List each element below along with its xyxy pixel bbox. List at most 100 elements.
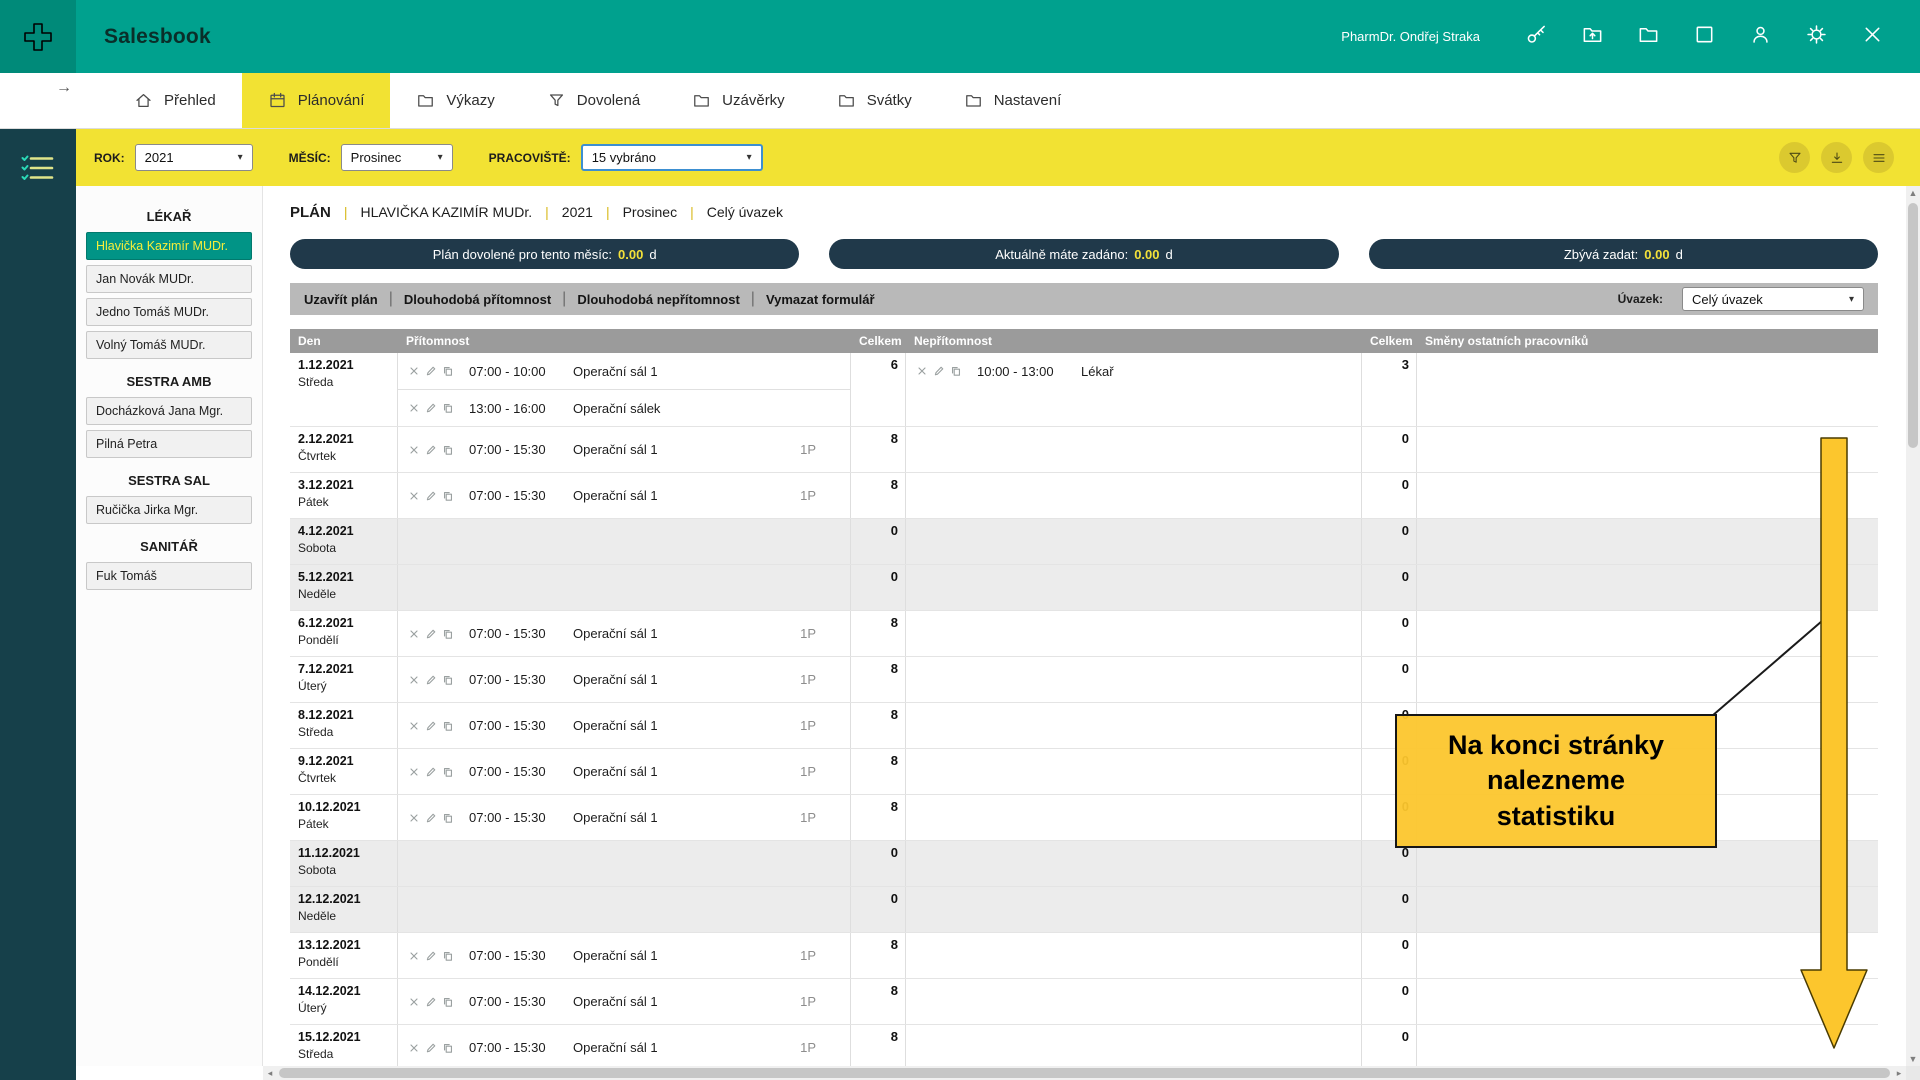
copy-icon[interactable] — [442, 1042, 454, 1054]
vertical-scroll-thumb[interactable] — [1908, 203, 1918, 448]
schedule-entry: 07:00 - 15:30Operační sál 11P — [398, 478, 850, 514]
copy-icon[interactable] — [442, 628, 454, 640]
breadcrumb-item: PLÁN — [290, 204, 331, 221]
menu-button[interactable] — [1863, 142, 1894, 173]
pencil-icon[interactable] — [425, 1042, 437, 1054]
pencil-icon[interactable] — [425, 950, 437, 962]
toolbar-action-vymazat-formular[interactable]: Vymazat formulář — [766, 292, 875, 307]
pencil-icon[interactable] — [425, 365, 437, 377]
copy-icon[interactable] — [950, 365, 962, 377]
pencil-icon[interactable] — [425, 812, 437, 824]
staff-item[interactable]: Pilná Petra — [86, 430, 252, 458]
staff-item[interactable]: Ručička Jirka Mgr. — [86, 496, 252, 524]
staff-item[interactable]: Hlavička Kazimír MUDr. — [86, 232, 252, 260]
pencil-icon[interactable] — [425, 996, 437, 1008]
vertical-scrollbar[interactable]: ▲ ▼ — [1906, 186, 1920, 1066]
scroll-left-icon[interactable]: ◂ — [263, 1066, 277, 1080]
tab-uzaverky[interactable]: Uzávěrky — [666, 73, 811, 128]
x-icon[interactable] — [408, 402, 420, 414]
x-icon[interactable] — [408, 812, 420, 824]
x-icon[interactable] — [916, 365, 928, 377]
gear-icon[interactable] — [1788, 23, 1844, 46]
copy-icon[interactable] — [442, 444, 454, 456]
toolbar-action-uzavrit-plan[interactable]: Uzavřít plán — [304, 292, 378, 307]
staff-item[interactable]: Jedno Tomáš MUDr. — [86, 298, 252, 326]
x-icon[interactable] — [408, 996, 420, 1008]
staff-item[interactable]: Fuk Tomáš — [86, 562, 252, 590]
funnel-icon — [1787, 150, 1803, 166]
tab-dovolena[interactable]: Dovolená — [521, 73, 666, 128]
x-icon[interactable] — [408, 950, 420, 962]
absence-cell — [906, 565, 1362, 610]
pracoviste-select[interactable]: 15 vybráno ▾ — [581, 144, 763, 171]
tab-svatky[interactable]: Svátky — [811, 73, 938, 128]
tab-nastaveni[interactable]: Nastavení — [938, 73, 1088, 128]
x-icon[interactable] — [408, 490, 420, 502]
x-icon[interactable] — [408, 674, 420, 686]
tab-prehled[interactable]: Přehled — [108, 73, 242, 128]
scroll-right-icon[interactable]: ▸ — [1892, 1066, 1906, 1080]
pencil-icon[interactable] — [425, 674, 437, 686]
pencil-icon[interactable] — [933, 365, 945, 377]
mesic-select[interactable]: Prosinec ▾ — [341, 144, 453, 171]
funnel-button[interactable] — [1779, 142, 1810, 173]
topbar: Salesbook PharmDr. Ondřej Straka — [0, 0, 1920, 73]
action-separator: | — [751, 290, 755, 308]
scroll-down-icon[interactable]: ▼ — [1906, 1052, 1920, 1066]
x-icon[interactable] — [408, 365, 420, 377]
copy-icon[interactable] — [442, 490, 454, 502]
window-icon[interactable] — [1676, 23, 1732, 46]
copy-icon[interactable] — [442, 402, 454, 414]
copy-icon[interactable] — [442, 365, 454, 377]
scroll-up-icon[interactable]: ▲ — [1906, 186, 1920, 200]
pencil-icon[interactable] — [425, 490, 437, 502]
planning-list-icon[interactable] — [19, 153, 57, 183]
staff-item[interactable]: Volný Tomáš MUDr. — [86, 331, 252, 359]
copy-icon[interactable] — [442, 766, 454, 778]
copy-icon[interactable] — [442, 996, 454, 1008]
x-icon[interactable] — [408, 628, 420, 640]
toolbar-action-dlouhodoba-pritomnost[interactable]: Dlouhodobá přítomnost — [404, 292, 551, 307]
pencil-icon[interactable] — [425, 402, 437, 414]
forward-arrow-icon[interactable]: → — [56, 79, 72, 97]
pencil-icon[interactable] — [425, 720, 437, 732]
tab-planovani[interactable]: Plánování — [242, 73, 391, 128]
copy-icon[interactable] — [442, 812, 454, 824]
pencil-icon[interactable] — [425, 628, 437, 640]
copy-icon[interactable] — [442, 674, 454, 686]
day-cell: 4.12.2021Sobota — [290, 519, 398, 564]
folder-icon[interactable] — [1620, 23, 1676, 46]
entry-tag: 1P — [800, 948, 840, 963]
presence-cell: 07:00 - 15:30Operační sál 11P — [398, 703, 851, 748]
table-row: 7.12.2021Úterý07:00 - 15:30Operační sál … — [290, 657, 1878, 703]
pencil-icon[interactable] — [425, 766, 437, 778]
column-header: Den — [290, 329, 398, 353]
summary-bars: Plán dovolené pro tento měsíc:0.00dAktuá… — [290, 239, 1878, 269]
horizontal-scroll-thumb[interactable] — [279, 1068, 1890, 1078]
day-cell: 6.12.2021Pondělí — [290, 611, 398, 656]
x-icon[interactable] — [408, 766, 420, 778]
rok-select[interactable]: 2021 ▾ — [135, 144, 253, 171]
x-icon[interactable] — [408, 1042, 420, 1054]
presence-total: 8 — [851, 1025, 906, 1066]
topbar-actions: PharmDr. Ondřej Straka — [1341, 23, 1900, 51]
copy-icon[interactable] — [442, 950, 454, 962]
x-icon[interactable] — [408, 444, 420, 456]
close-icon[interactable] — [1844, 23, 1900, 46]
others-cell — [1417, 933, 1878, 978]
staff-item[interactable]: Docházková Jana Mgr. — [86, 397, 252, 425]
toolbar-action-dlouhodoba-nepritomnost[interactable]: Dlouhodobá nepřítomnost — [577, 292, 739, 307]
key-icon[interactable] — [1508, 23, 1564, 46]
download-button[interactable] — [1821, 142, 1852, 173]
uvazek-select[interactable]: Celý úvazek ▾ — [1682, 287, 1864, 311]
pencil-icon[interactable] — [425, 444, 437, 456]
copy-icon[interactable] — [442, 720, 454, 732]
export-icon[interactable] — [1564, 23, 1620, 46]
user-icon[interactable] — [1732, 23, 1788, 46]
horizontal-scrollbar[interactable]: ◂ ▸ — [263, 1066, 1906, 1080]
tab-vykazy[interactable]: Výkazy — [390, 73, 520, 128]
app-logo[interactable] — [0, 0, 76, 73]
left-rail — [0, 129, 76, 1080]
staff-item[interactable]: Jan Novák MUDr. — [86, 265, 252, 293]
x-icon[interactable] — [408, 720, 420, 732]
